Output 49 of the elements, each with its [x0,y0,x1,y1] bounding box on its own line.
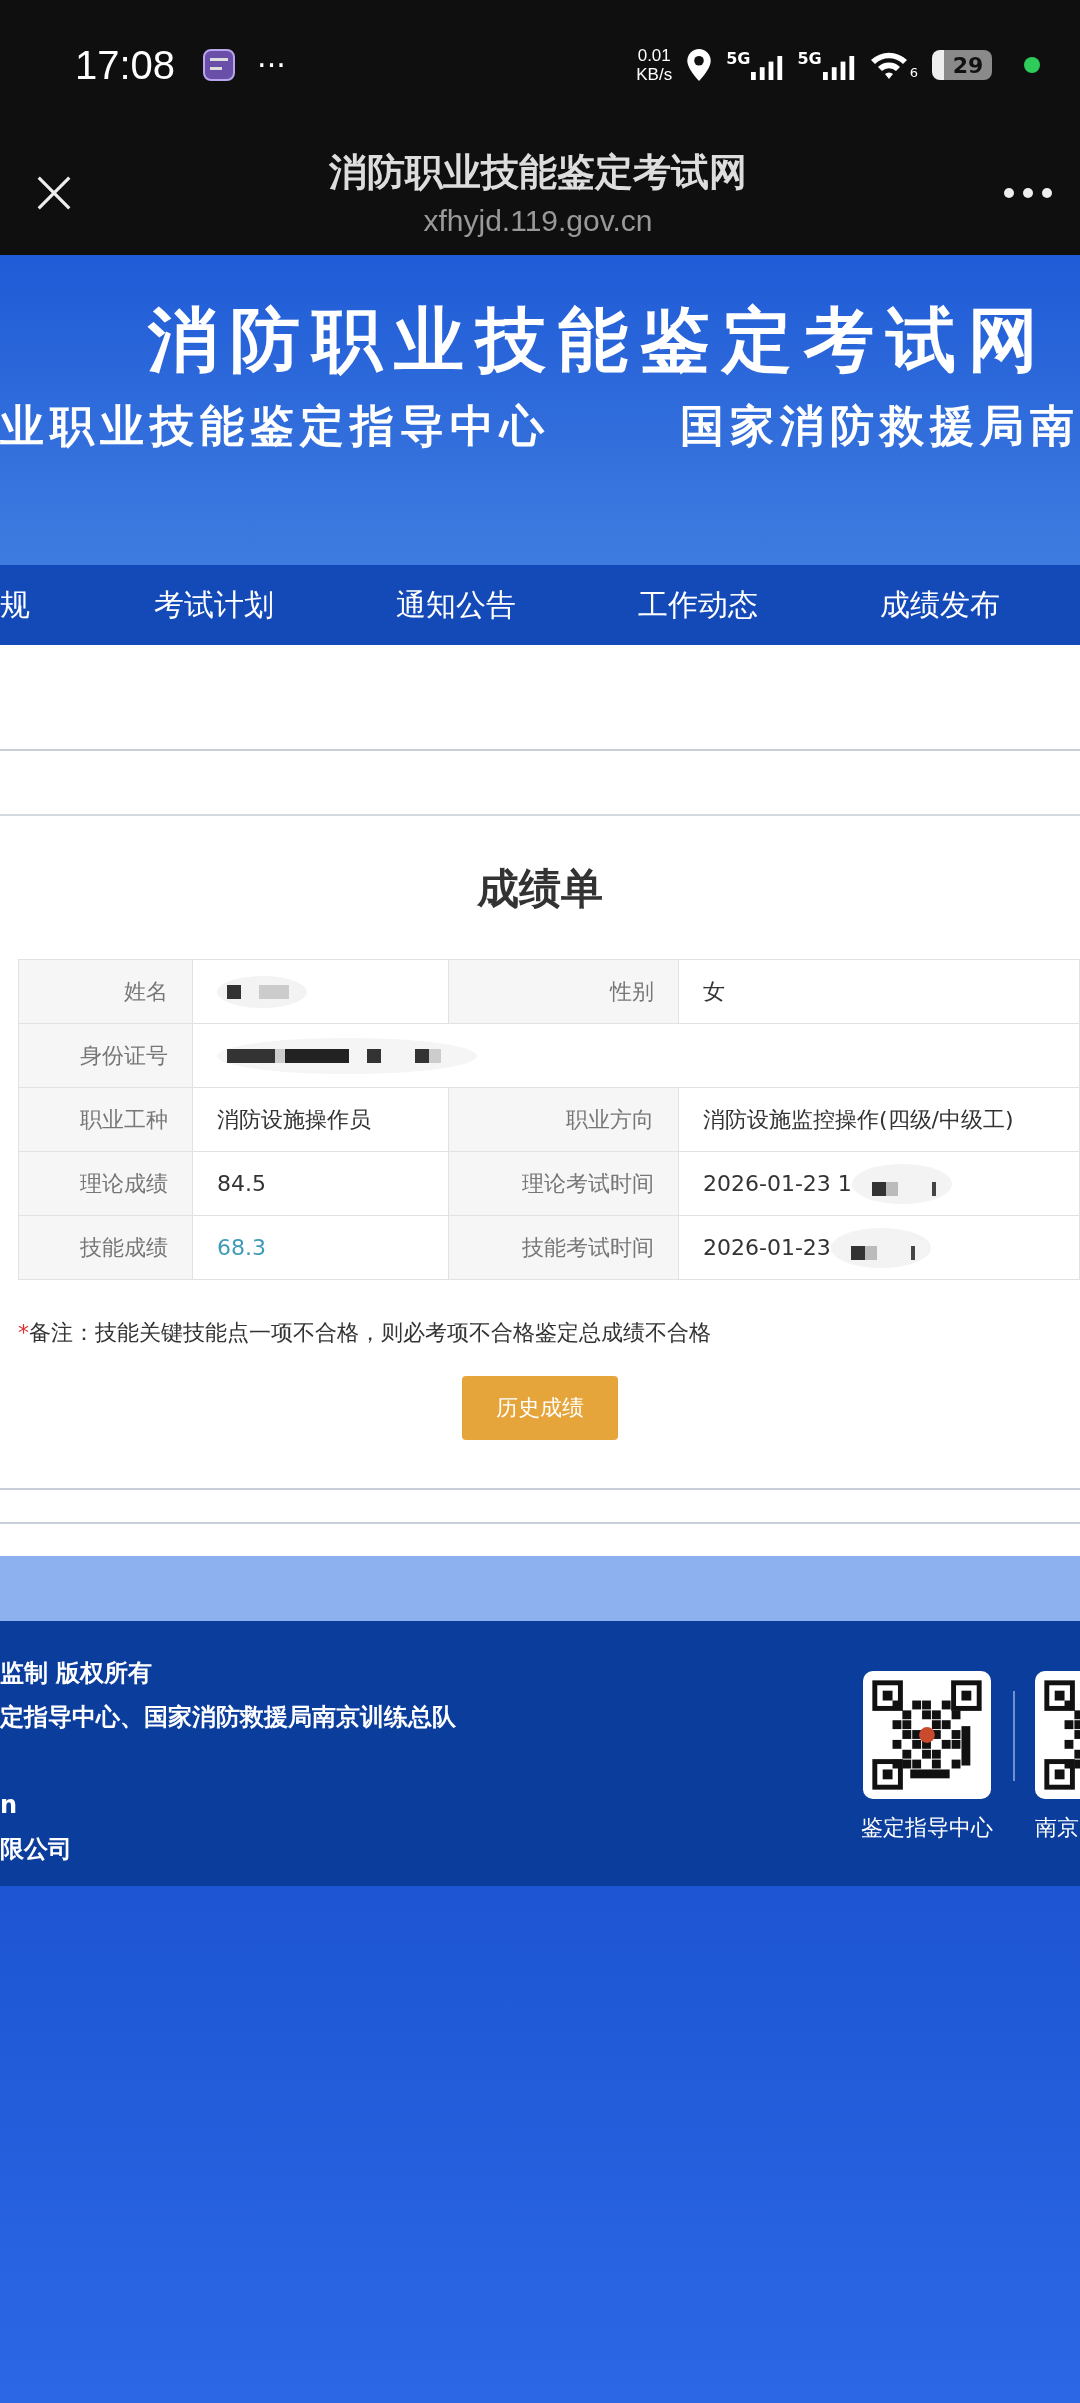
footer-text: n [0,1790,19,1821]
qr-caption: 鉴定指导中心 [861,1814,993,1842]
network-type-text: 5G [726,49,751,68]
close-icon[interactable] [36,174,72,211]
field-label: 性别 [449,960,679,1024]
nav-link[interactable]: 成绩发布 [819,584,1061,626]
more-menu-icon[interactable] [1004,187,1052,198]
card-title: 成绩单 [477,863,603,915]
field-label: 职业方向 [449,1088,679,1152]
page-title: 消防职业技能鉴定考试网 [329,149,747,196]
field-value: 女 [679,960,1080,1024]
battery-text: 29 [932,50,992,80]
footer-text: 定指导中心、国家消防救援局南京训练总队 [0,1702,456,1733]
wifi-band-text: 6 [909,65,918,80]
field-value: 84.5 [193,1152,449,1216]
nav-link[interactable]: 考试计划 [93,584,335,626]
app-icon [203,49,236,81]
nav-link[interactable]: 通知公告 [335,584,577,626]
banner-subtitle: 国家消防救援局南 [680,399,1080,453]
network-type-text: 5G [797,49,822,68]
field-value: 2026-01-23 [703,1235,831,1260]
field-value: 消防设施监控操作(四级/中级工) [679,1088,1080,1152]
nav-link[interactable]: 工作动态 [577,584,819,626]
nav-link[interactable]: 规 [0,584,93,626]
more-text: ··· [257,47,286,83]
field-value: 消防设施操作员 [193,1088,449,1152]
signal-icon [822,55,855,81]
url-text: xfhyjd.119.gov.cn [423,204,653,238]
qr-code-icon [863,1671,991,1799]
banner-subtitle: 业职业技能鉴定指导中心 [0,399,550,453]
field-value: 2026-01-23 1 [703,1171,852,1196]
location-icon [686,48,713,82]
clock-text: 17:08 [75,42,176,88]
net-speed-text: 0.01 KB/s [636,46,673,84]
field-label: 技能考试时间 [449,1216,679,1280]
qr-caption: 南京 [1035,1814,1079,1842]
signal-icon [751,55,784,81]
field-value: 68.3 [193,1216,449,1280]
footer-text: 监制 版权所有 [0,1658,154,1689]
site-title: 消防职业技能鉴定考试网 [148,298,1050,383]
field-label: 理论成绩 [19,1152,193,1216]
footer-text: 限公司 [0,1834,73,1865]
field-label: 身份证号 [19,1024,193,1088]
field-label: 技能成绩 [19,1216,193,1280]
note-text: *备注：技能关键技能点一项不合格，则必考项不合格鉴定总成绩不合格 [18,1319,711,1347]
field-label: 理论考试时间 [449,1152,679,1216]
field-label: 姓名 [19,960,193,1024]
status-dot-icon [1024,57,1040,73]
field-label: 职业工种 [19,1088,193,1152]
